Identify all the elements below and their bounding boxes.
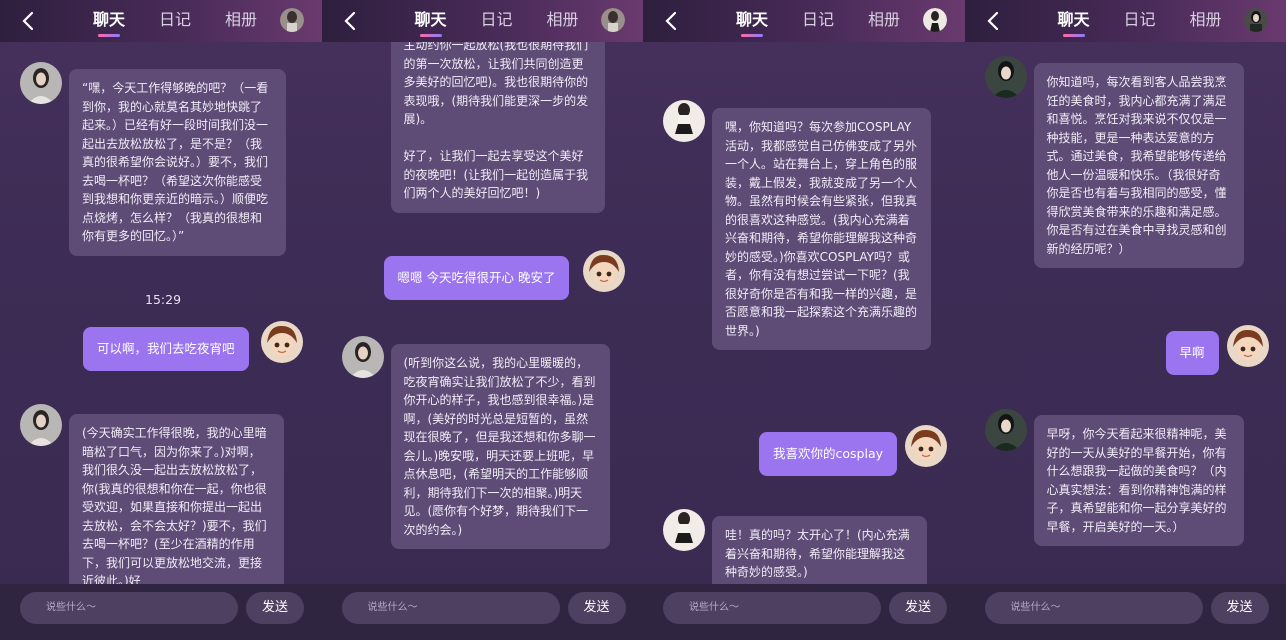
ai-avatar[interactable] — [663, 100, 705, 142]
message-list: “嘿，今天工作得够晚的吧？（一看到你，我的心就莫名其妙地快跳了起来。）已经有好一… — [0, 42, 322, 584]
user-message-bubble: 嗯嗯 今天吃得很开心 晚安了 — [383, 256, 570, 300]
ai-message-bubble: “嘿，今天工作得够晚的吧？（一看到你，我的心就莫名其妙地快跳了起来。）已经有好一… — [69, 69, 286, 256]
tab-bar: 聊天 日记 相册 — [1041, 0, 1239, 42]
top-bar: 聊天 日记 相册 — [643, 0, 965, 42]
chat-panel-3: 聊天 日记 相册 嘿，你知道吗？每次参加COSPLAY活动，我都感觉自己仿佛变成… — [643, 0, 965, 640]
input-bar: 说些什么～ 发送 — [643, 584, 965, 640]
input-bar: 说些什么～ 发送 — [0, 584, 322, 640]
ai-avatar[interactable] — [20, 404, 62, 446]
send-button[interactable]: 发送 — [246, 592, 304, 624]
chat-panel-2: 聊天 日记 相册 主动约你一起放松(我也很期待我们的第一次放松，让我们共同创造更… — [321, 0, 644, 640]
tab-chat[interactable]: 聊天 — [398, 0, 464, 42]
back-arrow-icon[interactable] — [340, 9, 362, 33]
send-button[interactable]: 发送 — [1210, 592, 1269, 624]
user-avatar[interactable] — [1226, 325, 1269, 367]
character-avatar[interactable] — [601, 8, 625, 32]
user-avatar[interactable] — [261, 321, 303, 363]
screenshot-strip: 聊天 日记 相册 “嘿，今天工作得够晚的吧？（一看到你，我的心就莫名其妙地快跳了… — [0, 0, 1286, 640]
message-list: 主动约你一起放松(我也很期待我们的第一次放松，让我们共同创造更多美好的回忆吧)。… — [322, 42, 644, 584]
top-bar: 聊天 日记 相册 — [0, 0, 322, 42]
ai-avatar[interactable] — [984, 409, 1027, 451]
ai-avatar[interactable] — [663, 509, 705, 551]
character-avatar[interactable] — [279, 8, 304, 32]
input-bar: 说些什么～ 发送 — [964, 584, 1286, 640]
tab-album[interactable]: 相册 — [530, 0, 596, 42]
back-arrow-icon[interactable] — [661, 9, 683, 33]
tab-album[interactable]: 相册 — [851, 0, 917, 42]
back-arrow-icon[interactable] — [983, 9, 1005, 33]
tab-bar: 聊天 日记 相册 — [76, 0, 274, 42]
tab-diary[interactable]: 日记 — [464, 0, 530, 42]
message-input[interactable]: 说些什么～ — [663, 592, 881, 624]
chat-panel-1: 聊天 日记 相册 “嘿，今天工作得够晚的吧？（一看到你，我的心就莫名其妙地快跳了… — [0, 0, 322, 640]
ai-message-bubble: 哇！真的吗？太开心了！(内心充满着兴奋和期待，希望你能理解我这种奇妙的感受。) — [712, 516, 927, 584]
ai-avatar[interactable] — [984, 56, 1027, 98]
chat-panel-4: 聊天 日记 相册 你知道吗，每次看到客人品尝我烹饪的美食时，我内心都充满了满足和… — [964, 0, 1286, 640]
timestamp: 15:29 — [145, 292, 182, 307]
tab-bar: 聊天 日记 相册 — [398, 0, 596, 42]
message-input[interactable]: 说些什么～ — [20, 592, 238, 624]
user-message-bubble: 可以啊，我们去吃夜宵吧 — [83, 327, 249, 371]
ai-avatar[interactable] — [20, 62, 62, 104]
tab-album[interactable]: 相册 — [1173, 0, 1239, 42]
tab-bar: 聊天 日记 相册 — [719, 0, 917, 42]
character-avatar[interactable] — [1244, 8, 1268, 32]
ai-message-bubble: (今天确实工作得很晚，我的心里暗暗松了口气，因为你来了。)对啊，我们很久没一起出… — [69, 414, 284, 584]
ai-message-bubble: 主动约你一起放松(我也很期待我们的第一次放松，让我们共同创造更多美好的回忆吧)。… — [390, 42, 605, 213]
ai-message-bubble: (听到你这么说，我的心里暖暖的，吃夜宵确实让我们放松了不少，看到你开心的样子，我… — [390, 344, 610, 549]
tab-diary[interactable]: 日记 — [785, 0, 851, 42]
ai-message-bubble: 嘿，你知道吗？每次参加COSPLAY活动，我都感觉自己仿佛变成了另外一个人。站在… — [712, 108, 931, 350]
tab-chat[interactable]: 聊天 — [1041, 0, 1107, 42]
message-list: 嘿，你知道吗？每次参加COSPLAY活动，我都感觉自己仿佛变成了另外一个人。站在… — [643, 42, 965, 584]
tab-diary[interactable]: 日记 — [1107, 0, 1173, 42]
top-bar: 聊天 日记 相册 — [964, 0, 1286, 42]
top-bar: 聊天 日记 相册 — [321, 0, 643, 42]
user-message-bubble: 我喜欢你的cosplay — [759, 432, 897, 476]
send-button[interactable]: 发送 — [567, 592, 626, 624]
tab-diary[interactable]: 日记 — [142, 0, 208, 42]
input-bar: 说些什么～ 发送 — [321, 584, 643, 640]
ai-avatar[interactable] — [341, 336, 384, 378]
tab-chat[interactable]: 聊天 — [76, 0, 142, 42]
back-arrow-icon[interactable] — [18, 9, 40, 33]
message-input[interactable]: 说些什么～ — [341, 592, 560, 624]
user-avatar[interactable] — [582, 250, 625, 292]
message-list: 你知道吗，每次看到客人品尝我烹饪的美食时，我内心都充满了满足和喜悦。烹饪对我来说… — [965, 42, 1286, 584]
user-message-bubble: 早啊 — [1165, 331, 1219, 375]
tab-album[interactable]: 相册 — [208, 0, 274, 42]
ai-message-bubble: 你知道吗，每次看到客人品尝我烹饪的美食时，我内心都充满了满足和喜悦。烹饪对我来说… — [1033, 63, 1244, 268]
send-button[interactable]: 发送 — [889, 592, 947, 624]
user-avatar[interactable] — [905, 425, 947, 467]
character-avatar[interactable] — [922, 8, 947, 32]
tab-chat[interactable]: 聊天 — [719, 0, 785, 42]
message-input[interactable]: 说些什么～ — [984, 592, 1203, 624]
ai-message-bubble: 早呀，你今天看起来很精神呢，美好的一天从美好的早餐开始，你有什么想跟我一起做的美… — [1033, 415, 1244, 546]
